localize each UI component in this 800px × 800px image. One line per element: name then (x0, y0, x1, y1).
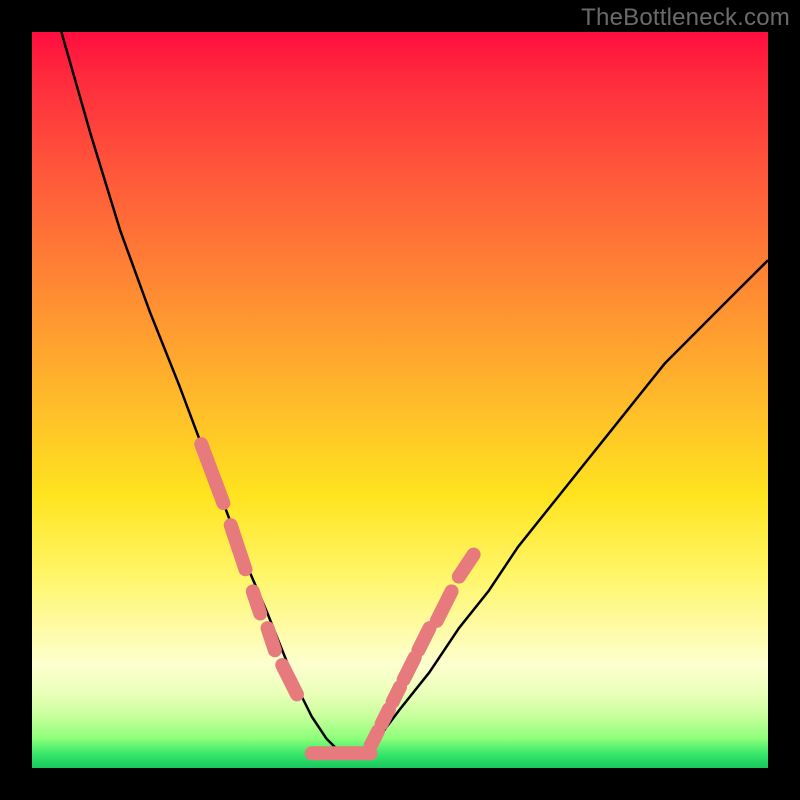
chart-frame: TheBottleneck.com (0, 0, 800, 800)
highlight-segment (393, 687, 400, 702)
highlight-segment (437, 591, 452, 620)
bottleneck-curve (32, 32, 768, 768)
highlight-segment (459, 555, 474, 577)
highlight-segment (231, 525, 246, 569)
plot-area (32, 32, 768, 768)
highlight-segment (201, 444, 223, 503)
highlight-segment (371, 731, 378, 746)
highlight-segment (418, 628, 429, 650)
highlight-segment (268, 628, 275, 650)
highlight-segment (404, 658, 415, 680)
highlight-segment (382, 709, 389, 724)
highlight-segment (282, 665, 297, 694)
watermark-text: TheBottleneck.com (581, 4, 790, 32)
highlight-segment (253, 591, 260, 613)
